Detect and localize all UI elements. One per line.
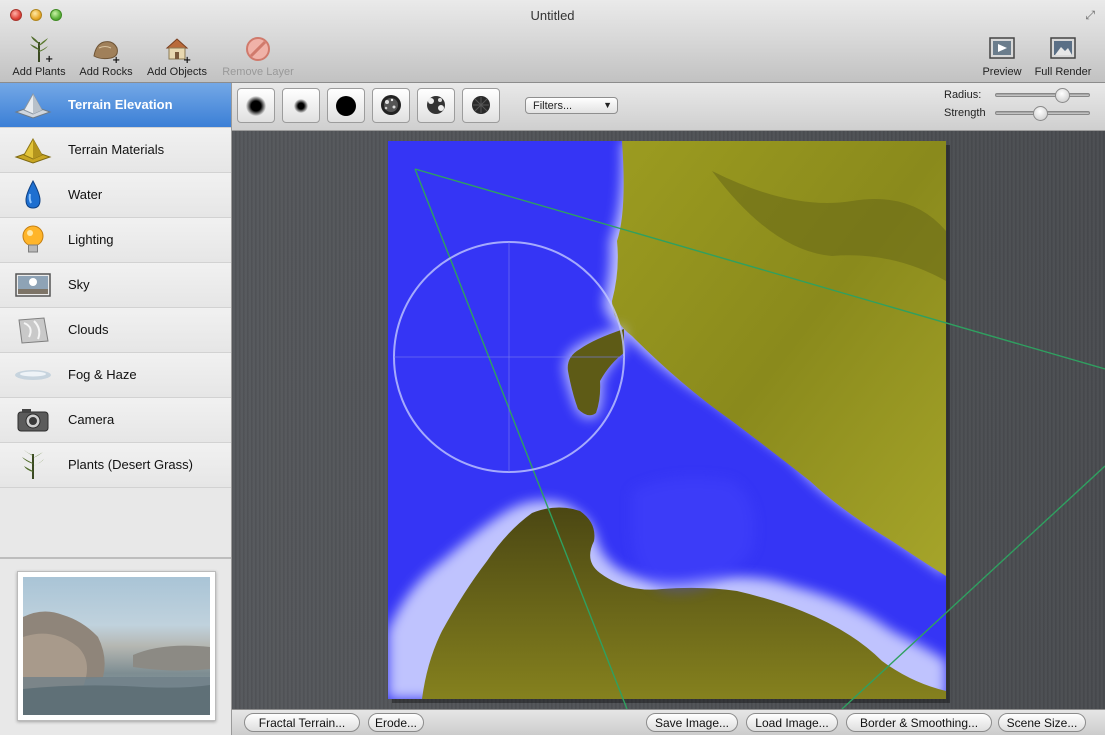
full-render-icon — [1050, 37, 1076, 59]
save-image-button[interactable]: Save Image... — [646, 713, 738, 732]
terrain-materials-icon — [14, 137, 52, 164]
sidebar-divider — [0, 557, 231, 559]
filters-dropdown[interactable]: Filters... ▼ — [525, 97, 618, 114]
lightbulb-icon — [22, 225, 44, 253]
svg-text:+: + — [183, 55, 191, 64]
sidebar-item-lighting[interactable]: Lighting — [0, 218, 231, 263]
add-rocks-label: Add Rocks — [79, 66, 133, 78]
window-title: Untitled — [530, 8, 575, 23]
sidebar-item-fog-haze[interactable]: Fog & Haze — [0, 353, 231, 398]
radius-slider-knob[interactable] — [1055, 88, 1070, 103]
preview-button[interactable]: Preview — [978, 34, 1026, 78]
scene-size-button[interactable]: Scene Size... — [998, 713, 1086, 732]
sidebar-item-plants-desert-grass[interactable]: Plants (Desert Grass) — [0, 443, 231, 488]
sidebar-item-camera[interactable]: Camera — [0, 398, 231, 443]
radius-slider-track[interactable] — [995, 93, 1090, 97]
water-drop-icon — [25, 180, 41, 209]
add-objects-icon: + — [165, 38, 191, 64]
brush-soft-large-icon — [246, 96, 266, 116]
render-preview-thumbnail[interactable] — [17, 571, 216, 721]
sidebar-item-label: Terrain Elevation — [68, 97, 173, 112]
sidebar-item-label: Sky — [68, 277, 90, 292]
filters-label: Filters... — [533, 100, 573, 112]
remove-layer-button[interactable]: Remove Layer — [220, 34, 296, 78]
brush-soft-large[interactable] — [237, 88, 275, 123]
heightmap-map — [388, 141, 946, 699]
terrain-canvas[interactable] — [232, 131, 1105, 709]
remove-layer-label: Remove Layer — [222, 66, 294, 78]
brush-hard-icon — [336, 96, 356, 116]
add-plants-label: Add Plants — [12, 66, 66, 78]
brush-splatter[interactable] — [417, 88, 455, 123]
chevron-down-icon: ▼ — [603, 100, 612, 110]
svg-text:+: + — [112, 55, 120, 64]
sidebar-item-label: Camera — [68, 412, 115, 427]
load-image-button[interactable]: Load Image... — [746, 713, 838, 732]
full-render-label: Full Render — [1034, 66, 1092, 78]
add-rocks-button[interactable]: + Add Rocks — [77, 34, 135, 78]
sidebar: Terrain Elevation Terrain Materials Wate… — [0, 83, 232, 735]
sidebar-item-label: Clouds — [68, 322, 109, 337]
remove-layer-icon — [246, 37, 270, 61]
brush-soft-small-icon — [294, 99, 308, 113]
preview-landscape-graphic — [23, 611, 210, 715]
add-plants-icon: + — [30, 36, 53, 64]
brush-noise[interactable] — [372, 88, 410, 123]
full-render-button[interactable]: Full Render — [1031, 34, 1095, 78]
bottom-toolbar: Fractal Terrain... Erode... Save Image..… — [232, 709, 1105, 735]
clouds-icon — [18, 317, 49, 344]
brush-splatter-icon — [427, 96, 445, 114]
sky-icon — [15, 273, 51, 297]
camera-icon — [17, 409, 49, 432]
add-rocks-icon: + — [93, 41, 120, 64]
heightmap-view[interactable] — [232, 131, 1105, 709]
add-plants-button[interactable]: + Add Plants — [10, 34, 68, 78]
sidebar-item-water[interactable]: Water — [0, 173, 231, 218]
preview-label: Preview — [982, 66, 1022, 78]
plant-icon — [22, 450, 44, 479]
sidebar-item-terrain-elevation[interactable]: Terrain Elevation — [0, 83, 231, 128]
fractal-terrain-button[interactable]: Fractal Terrain... — [244, 713, 360, 732]
brush-toolstrip: Filters... ▼ Radius: Strength — [232, 83, 1105, 131]
border-smoothing-button[interactable]: Border & Smoothing... — [846, 713, 992, 732]
brush-hard[interactable] — [327, 88, 365, 123]
sidebar-item-label: Fog & Haze — [68, 367, 137, 382]
title-toolbar: Untitled ⤢ + Add Plants + Add Rocks + Ad… — [0, 0, 1105, 83]
app-window: Untitled ⤢ + Add Plants + Add Rocks + Ad… — [0, 0, 1105, 735]
sidebar-item-terrain-materials[interactable]: Terrain Materials — [0, 128, 231, 173]
sidebar-item-sky[interactable]: Sky — [0, 263, 231, 308]
sidebar-item-clouds[interactable]: Clouds — [0, 308, 231, 353]
terrain-elevation-icon — [14, 92, 52, 119]
sidebar-item-label: Terrain Materials — [68, 142, 165, 157]
sidebar-item-label: Lighting — [68, 232, 114, 247]
sidebar-item-label: Water — [68, 187, 103, 202]
brush-soft-small[interactable] — [282, 88, 320, 123]
svg-text:+: + — [45, 54, 53, 64]
radius-label: Radius: — [944, 89, 982, 101]
sidebar-item-label: Plants (Desert Grass) — [68, 457, 193, 472]
brush-rough-icon — [472, 96, 490, 114]
brush-rough[interactable] — [462, 88, 500, 123]
strength-slider-knob[interactable] — [1032, 106, 1048, 121]
erode-button[interactable]: Erode... — [368, 713, 424, 732]
preview-icon — [989, 37, 1015, 59]
render-preview-image — [23, 577, 210, 715]
strength-label: Strength — [944, 107, 986, 119]
brush-noise-icon — [381, 95, 401, 115]
add-objects-button[interactable]: + Add Objects — [144, 34, 210, 78]
fullscreen-icon[interactable]: ⤢ — [1085, 8, 1095, 23]
fog-icon — [15, 370, 51, 380]
add-objects-label: Add Objects — [147, 66, 207, 78]
